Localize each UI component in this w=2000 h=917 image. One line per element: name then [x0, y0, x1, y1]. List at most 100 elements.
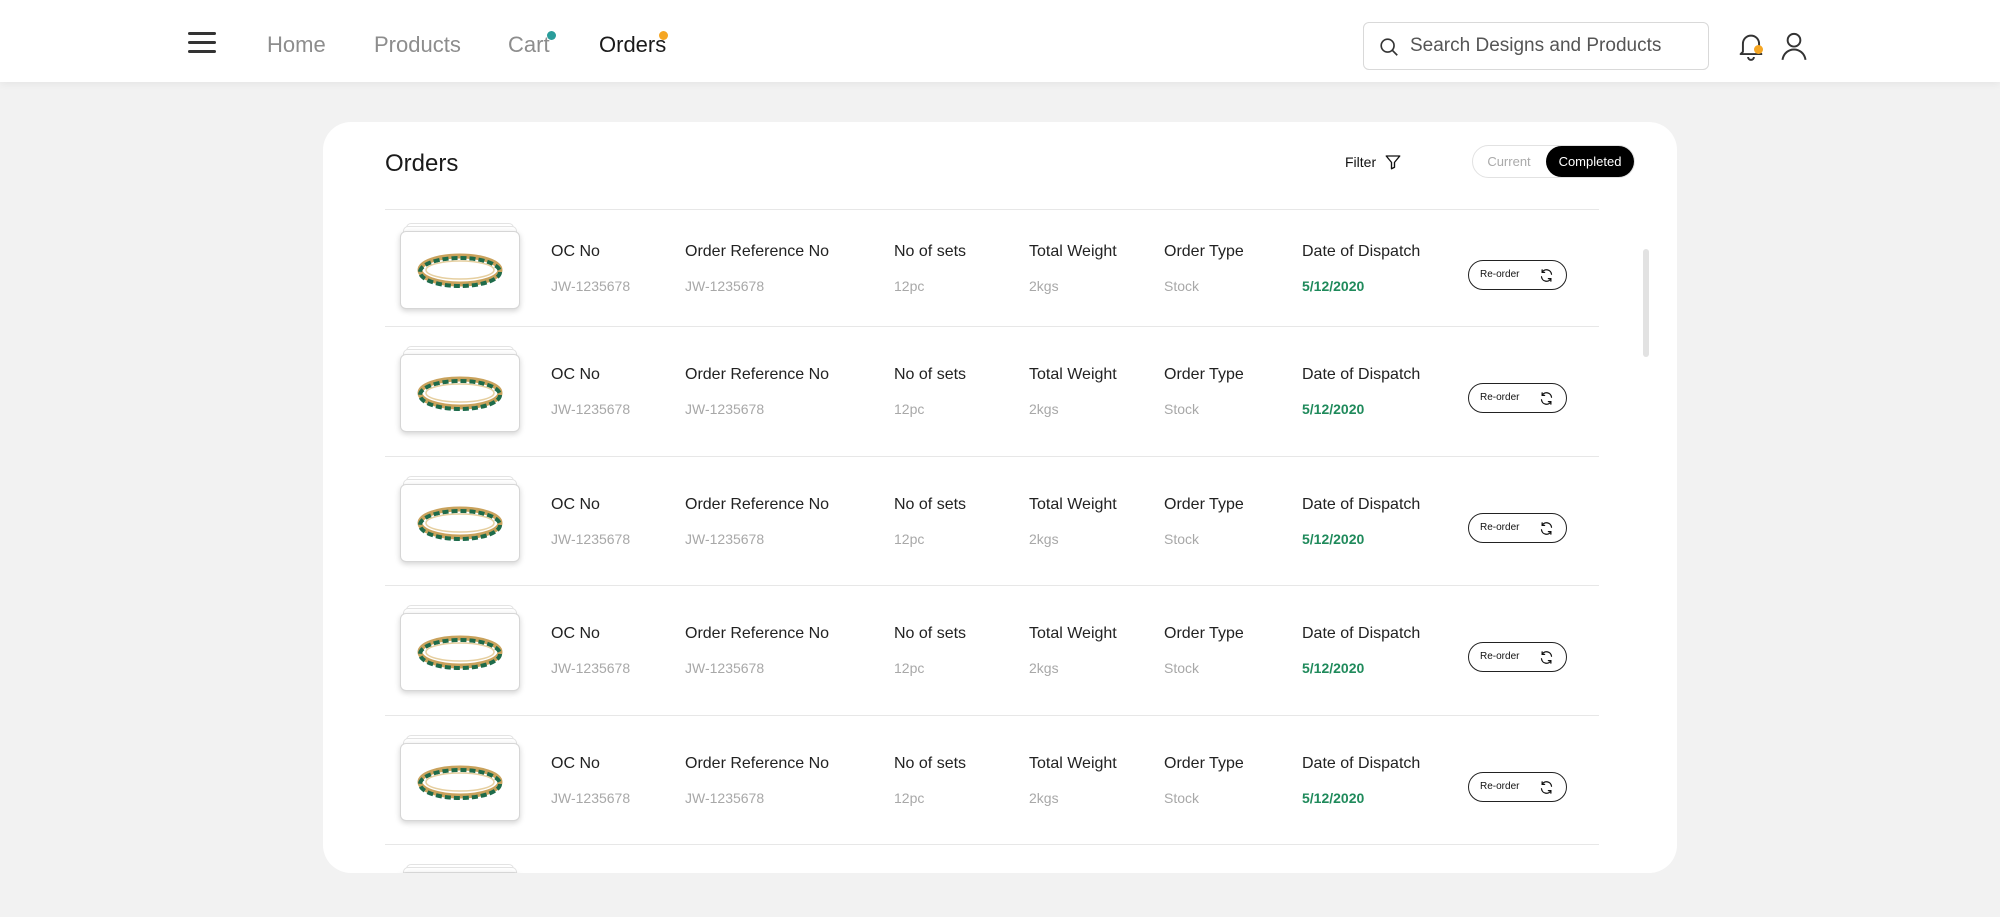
oc-no-value: JW-1235678: [551, 278, 631, 294]
type-value: Stock: [1164, 531, 1200, 547]
search-icon: [1380, 38, 1398, 56]
notification-dot: [1754, 45, 1763, 54]
col-dispatch-label: Date of Dispatch: [1302, 496, 1421, 513]
search-box: [1363, 22, 1709, 70]
col-sets-label: No of sets: [894, 496, 967, 513]
weight-value: 2kgs: [1029, 660, 1059, 676]
sets-value: 12pc: [894, 401, 925, 417]
col-weight-label: Total Weight: [1029, 366, 1117, 383]
cart-badge-dot: [547, 31, 556, 40]
reorder-label: Re-order: [1480, 522, 1520, 533]
col-dispatch-label: Date of Dispatch: [1302, 625, 1421, 642]
reorder-label: Re-order: [1480, 651, 1520, 662]
col-weight-label: Total Weight: [1029, 496, 1117, 513]
page-title: Orders: [385, 150, 459, 177]
type-value: Stock: [1164, 278, 1200, 294]
weight-value: 2kgs: [1029, 401, 1059, 417]
col-sets-label: No of sets: [894, 243, 967, 260]
order-ref-value: JW-1235678: [685, 278, 765, 294]
order-row[interactable]: OC No JW-1235678 Order Reference No JW-1…: [385, 326, 1599, 456]
col-oc-no-label: OC No: [551, 755, 600, 772]
col-dispatch-label: Date of Dispatch: [1302, 755, 1421, 772]
refresh-icon: [1540, 781, 1553, 794]
reorder-button[interactable]: Re-order: [1468, 772, 1567, 802]
user-icon[interactable]: [1780, 31, 1808, 61]
sets-value: 12pc: [894, 531, 925, 547]
sets-value: 12pc: [894, 278, 925, 294]
reorder-button[interactable]: Re-order: [1468, 642, 1567, 672]
product-thumbnail: [400, 476, 520, 562]
refresh-icon: [1540, 269, 1553, 282]
bracelet-image: [400, 484, 520, 562]
orders-card: Orders Filter Current Completed OC No JW…: [323, 122, 1677, 873]
order-row[interactable]: OC No JW-1235678 Order Reference No JW-1…: [385, 585, 1599, 715]
col-order-ref-label: Order Reference No: [685, 496, 830, 513]
reorder-button[interactable]: Re-order: [1468, 513, 1567, 543]
order-ref-value: JW-1235678: [685, 531, 765, 547]
refresh-icon: [1540, 392, 1553, 405]
bracelet-image: [400, 743, 520, 821]
oc-no-value: JW-1235678: [551, 401, 631, 417]
bracelet-image: [400, 872, 520, 873]
reorder-button[interactable]: Re-order: [1468, 260, 1567, 290]
type-value: Stock: [1164, 401, 1200, 417]
toggle-completed[interactable]: Completed: [1546, 146, 1634, 177]
nav-orders[interactable]: Orders: [599, 32, 666, 58]
filter-button[interactable]: Filter: [1345, 153, 1402, 171]
col-weight-label: Total Weight: [1029, 625, 1117, 642]
search-input[interactable]: [1410, 29, 1700, 63]
nav-home[interactable]: Home: [267, 32, 326, 58]
col-order-ref-label: Order Reference No: [685, 366, 830, 383]
scrollbar-thumb[interactable]: [1643, 249, 1649, 357]
order-row[interactable]: OC No JW-1235678 Order Reference No JW-1…: [385, 715, 1599, 844]
toggle-current[interactable]: Current: [1473, 146, 1545, 177]
sets-value: 12pc: [894, 660, 925, 676]
col-weight-label: Total Weight: [1029, 243, 1117, 260]
oc-no-value: JW-1235678: [551, 531, 631, 547]
filter-icon: [1385, 155, 1401, 170]
dispatch-date-value: 5/12/2020: [1302, 790, 1365, 806]
nav-products[interactable]: Products: [374, 32, 461, 58]
col-order-ref-label: Order Reference No: [685, 625, 830, 642]
orders-list: OC No JW-1235678 Order Reference No JW-1…: [385, 209, 1599, 873]
dispatch-date-value: 5/12/2020: [1302, 401, 1365, 417]
type-value: Stock: [1164, 660, 1200, 676]
col-oc-no-label: OC No: [551, 496, 600, 513]
product-thumbnail: [400, 346, 520, 432]
reorder-button[interactable]: Re-order: [1468, 383, 1567, 413]
menu-icon[interactable]: [188, 32, 216, 54]
col-type-label: Order Type: [1164, 366, 1244, 383]
col-type-label: Order Type: [1164, 243, 1244, 260]
col-oc-no-label: OC No: [551, 625, 600, 642]
col-oc-no-label: OC No: [551, 243, 600, 260]
col-dispatch-label: Date of Dispatch: [1302, 243, 1421, 260]
dispatch-date-value: 5/12/2020: [1302, 531, 1365, 547]
weight-value: 2kgs: [1029, 531, 1059, 547]
col-order-ref-label: Order Reference No: [685, 755, 830, 772]
weight-value: 2kgs: [1029, 278, 1059, 294]
orders-badge-dot: [659, 31, 668, 40]
dispatch-date-value: 5/12/2020: [1302, 278, 1365, 294]
bracelet-image: [400, 613, 520, 691]
col-type-label: Order Type: [1164, 496, 1244, 513]
col-sets-label: No of sets: [894, 366, 967, 383]
type-value: Stock: [1164, 790, 1200, 806]
reorder-label: Re-order: [1480, 392, 1520, 403]
order-row[interactable]: OC No JW-1235678 Order Reference No JW-1…: [385, 456, 1599, 585]
col-dispatch-label: Date of Dispatch: [1302, 366, 1421, 383]
col-sets-label: No of sets: [894, 755, 967, 772]
bracelet-image: [400, 231, 520, 309]
order-row[interactable]: [385, 844, 1599, 873]
refresh-icon: [1540, 522, 1553, 535]
sets-value: 12pc: [894, 790, 925, 806]
status-toggle: Current Completed: [1472, 145, 1635, 178]
nav-cart[interactable]: Cart: [508, 32, 550, 58]
order-ref-value: JW-1235678: [685, 660, 765, 676]
order-row[interactable]: OC No JW-1235678 Order Reference No JW-1…: [385, 209, 1599, 326]
dispatch-date-value: 5/12/2020: [1302, 660, 1365, 676]
product-thumbnail: [400, 223, 520, 309]
filter-label: Filter: [1345, 154, 1377, 170]
oc-no-value: JW-1235678: [551, 660, 631, 676]
col-order-ref-label: Order Reference No: [685, 243, 830, 260]
top-navbar: Home Products Cart Orders: [0, 0, 2000, 82]
